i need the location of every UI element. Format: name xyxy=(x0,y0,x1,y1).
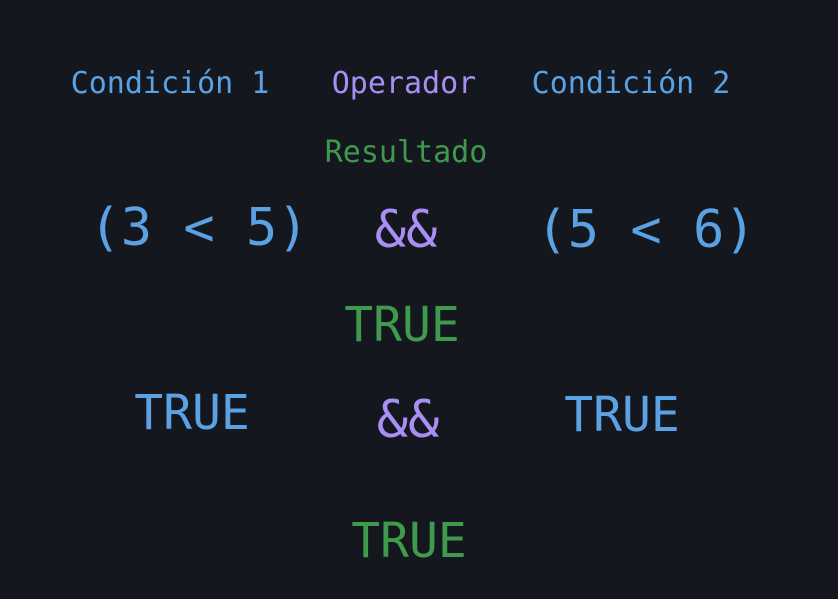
expr2-condition-2: TRUE xyxy=(564,387,680,443)
header-result: Resultado xyxy=(324,135,488,170)
diagram-canvas: Condición 1 Operador Condición 2 Resulta… xyxy=(0,0,838,599)
expr2-condition-1: TRUE xyxy=(134,385,250,441)
header-condition-1: Condición 1 xyxy=(70,66,270,101)
expr1-condition-1: (3 < 5) xyxy=(89,198,309,258)
header-operator: Operador xyxy=(331,66,477,101)
expr2-operator: && xyxy=(376,390,440,450)
expr1-result: TRUE xyxy=(344,297,460,353)
expr1-operator: && xyxy=(374,200,438,260)
expr1-condition-2: (5 < 6) xyxy=(536,200,756,260)
header-condition-2: Condición 2 xyxy=(531,66,731,101)
expr2-result: TRUE xyxy=(351,513,467,569)
